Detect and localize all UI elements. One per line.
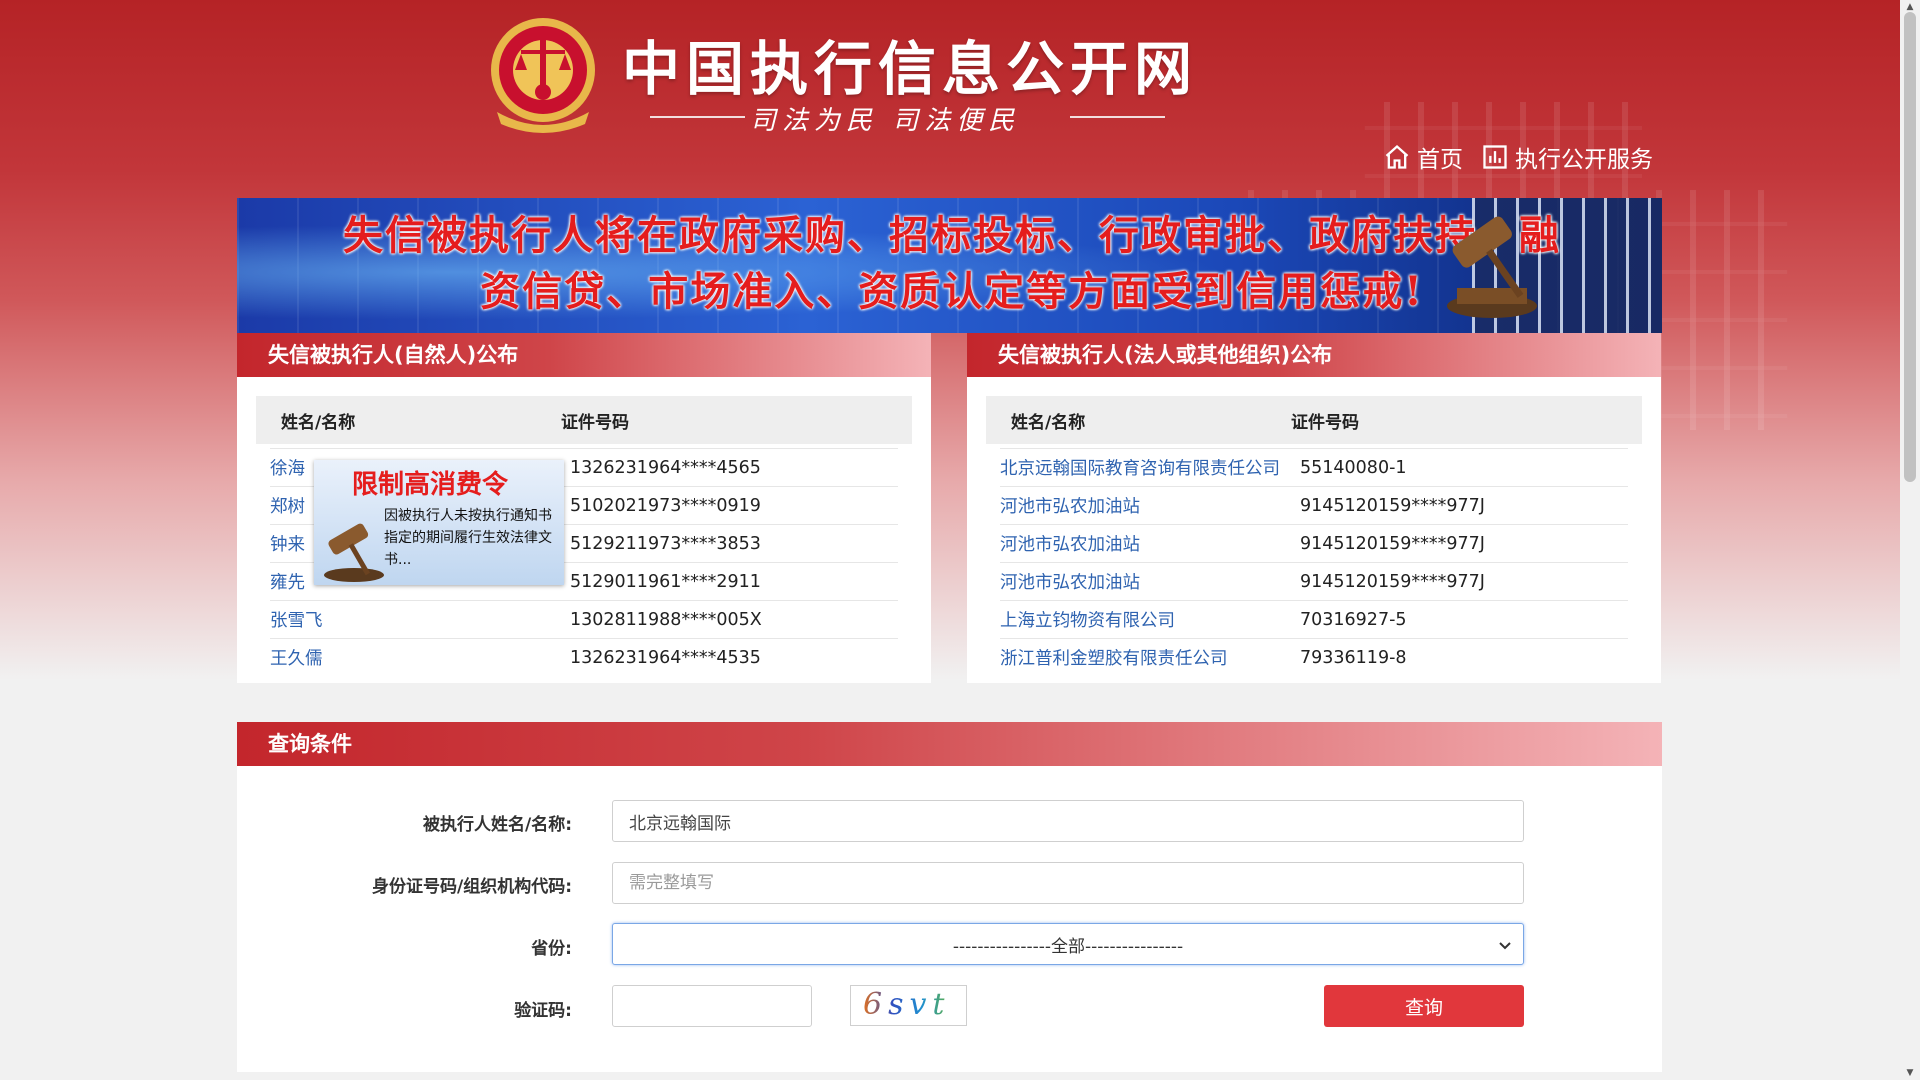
id-number: 5102021973****0919 [570, 495, 761, 516]
id-field-label: 身份证号码/组织机构代码: [371, 877, 572, 897]
organization-name-link[interactable]: 河池市弘农加油站 [1000, 569, 1300, 594]
banner-line-1: 失信被执行人将在政府采购、招标投标、行政审批、政府扶持、融 [343, 212, 1561, 259]
id-number-input[interactable] [612, 862, 1524, 904]
id-number: 5129211973****3853 [570, 533, 761, 554]
table-row: 河池市弘农加油站 9145120159****977J [1000, 524, 1628, 562]
table-row: 张雪飞 1302811988****005X [270, 600, 898, 638]
table-row: 浙江普利金塑胶有限责任公司 79336119-8 [1000, 638, 1628, 676]
nav-exec-service-label: 执行公开服务 [1515, 147, 1653, 173]
org-code: 9145120159****977J [1300, 571, 1485, 592]
province-select[interactable]: ----------------全部---------------- [612, 923, 1524, 965]
organization-name-link[interactable]: 河池市弘农加油站 [1000, 531, 1300, 556]
table-header: 姓名/名称 证件号码 [256, 396, 912, 444]
organization-list: 北京远翰国际教育咨询有限责任公司 55140080-1 河池市弘农加油站 91451… [1000, 448, 1628, 676]
nav-exec-service-link[interactable]: 执行公开服务 [1481, 140, 1653, 174]
consumption-restriction-popup[interactable]: 限制高消费令 因被执行人未按执行通知书指定的期间履行生效法律文书... [314, 460, 564, 585]
scroll-up-arrow-icon[interactable]: ▲ [1904, 2, 1916, 12]
id-number: 5129011961****2911 [570, 571, 761, 592]
site-title: 中国执行信息公开网 [622, 35, 1199, 103]
slogan-left-line [650, 116, 745, 118]
slogan-text: 司法为民 司法便民 [750, 106, 1021, 136]
chevron-down-icon [1499, 942, 1511, 950]
org-code: 9145120159****977J [1300, 495, 1485, 516]
captcha-image[interactable]: 6svt [850, 985, 967, 1026]
table-row: 河池市弘农加油站 9145120159****977J [1000, 562, 1628, 600]
province-selected-value: ----------------全部---------------- [952, 936, 1184, 957]
column-header-name: 姓名/名称 [281, 412, 356, 433]
slogan-right-line [1070, 116, 1165, 118]
table-header: 姓名/名称 证件号码 [986, 396, 1642, 444]
slogan: 司法为民 司法便民 [650, 100, 1165, 136]
org-code: 9145120159****977J [1300, 533, 1485, 554]
person-name-link[interactable]: 王久儒 [270, 645, 570, 670]
organization-name-link[interactable]: 河池市弘农加油站 [1000, 493, 1300, 518]
court-emblem-logo [487, 12, 599, 134]
banner-text: 失信被执行人将在政府采购、招标投标、行政审批、政府扶持、融 资信贷、市场准入、资… [337, 208, 1567, 320]
popup-title: 限制高消费令 [352, 470, 509, 500]
person-name-link[interactable]: 张雪飞 [270, 607, 570, 632]
table-row: 北京远翰国际教育咨询有限责任公司 55140080-1 [1000, 448, 1628, 486]
panel-title: 失信被执行人(自然人)公布 [237, 333, 931, 377]
id-number: 1326231964****4535 [570, 647, 761, 668]
panel-title: 失信被执行人(法人或其他组织)公布 [967, 333, 1661, 377]
id-number: 1326231964****4565 [570, 457, 761, 478]
captcha-field-label: 验证码: [514, 1001, 572, 1021]
banner-line-2: 资信贷、市场准入、资质认定等方面受到信用惩戒! [480, 268, 1424, 315]
chart-icon [1483, 145, 1507, 169]
top-nav: 首页 执行公开服务 [1383, 140, 1653, 174]
dishonest-organizations-panel: 失信被执行人(法人或其他组织)公布 姓名/名称 证件号码 北京远翰国际教育咨询有… [967, 333, 1661, 683]
table-row: 王久儒 1326231964****4535 [270, 638, 898, 676]
vertical-scrollbar[interactable]: ▲ ▼ [1900, 0, 1920, 1080]
query-form: 查询条件 被执行人姓名/名称: 身份证号码/组织机构代码: 省份: ------… [237, 722, 1662, 1072]
name-field-label: 被执行人姓名/名称: [422, 815, 572, 835]
organization-name-link[interactable]: 上海立钧物资有限公司 [1000, 607, 1300, 632]
captcha-text: 6svt [863, 987, 951, 1022]
query-title: 查询条件 [237, 722, 1662, 766]
home-icon [1385, 144, 1409, 169]
column-header-id: 证件号码 [1291, 412, 1359, 433]
table-row: 上海立钧物资有限公司 70316927-5 [1000, 600, 1628, 638]
org-code: 79336119-8 [1300, 647, 1407, 668]
scrollbar-thumb[interactable] [1904, 12, 1916, 482]
search-button[interactable]: 查询 [1324, 985, 1524, 1027]
credit-warning-banner[interactable]: 失信被执行人将在政府采购、招标投标、行政审批、政府扶持、融 资信贷、市场准入、资… [237, 198, 1662, 333]
org-code: 70316927-5 [1300, 609, 1407, 630]
gavel-icon [324, 523, 384, 582]
column-header-id: 证件号码 [561, 412, 629, 433]
captcha-input[interactable] [612, 985, 812, 1027]
organization-name-link[interactable]: 浙江普利金塑胶有限责任公司 [1000, 645, 1300, 670]
nav-home-link[interactable]: 首页 [1383, 140, 1463, 174]
gavel-icon [1447, 216, 1537, 318]
province-field-label: 省份: [531, 939, 572, 959]
organization-name-link[interactable]: 北京远翰国际教育咨询有限责任公司 [1000, 455, 1300, 480]
scroll-down-arrow-icon[interactable]: ▼ [1904, 1068, 1916, 1078]
popup-body: 因被执行人未按执行通知书指定的期间履行生效法律文书... [384, 508, 552, 568]
name-input[interactable] [612, 800, 1524, 842]
table-row: 河池市弘农加油站 9145120159****977J [1000, 486, 1628, 524]
nav-home-label: 首页 [1417, 147, 1463, 173]
org-code: 55140080-1 [1300, 457, 1407, 478]
id-number: 1302811988****005X [570, 609, 762, 630]
column-header-name: 姓名/名称 [1011, 412, 1086, 433]
